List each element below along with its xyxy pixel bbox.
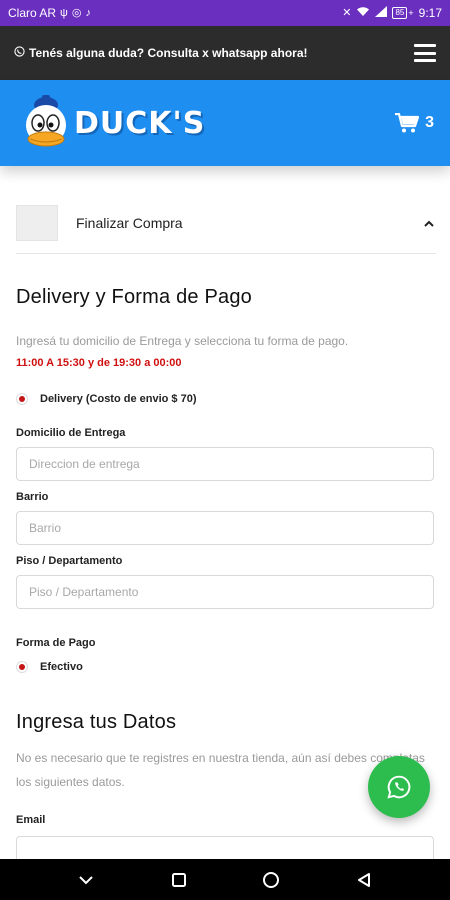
battery-icon: 85 +: [392, 7, 414, 19]
cart-button[interactable]: 3: [395, 113, 434, 133]
cash-radio[interactable]: [16, 661, 28, 673]
whatsapp-promo[interactable]: Tenés alguna duda? Consulta x whatsapp a…: [14, 46, 307, 60]
datos-heading: Ingresa tus Datos: [16, 711, 177, 733]
email-label: Email: [16, 814, 46, 826]
ducks-logo[interactable]: DUCK'S: [20, 93, 205, 153]
clock: 9:17: [418, 6, 442, 20]
nav-collapse-button[interactable]: [66, 865, 106, 895]
shopping-cart-icon: [395, 113, 420, 133]
brand-header: DUCK'S 3: [0, 80, 450, 166]
nav-recents-button[interactable]: [159, 865, 199, 895]
checkout-title: Finalizar Compra: [76, 214, 183, 231]
mute-icon: ✕: [342, 6, 352, 19]
cart-count: 3: [425, 114, 434, 131]
nav-back-button[interactable]: [344, 865, 384, 895]
battery-level: 85: [392, 7, 408, 19]
payment-option-cash[interactable]: Efectivo: [16, 661, 434, 673]
back-triangle-icon: [357, 872, 370, 887]
barrio-input[interactable]: [16, 511, 434, 545]
opening-hours: 11:00 A 15:30 y de 19:30 a 00:00: [16, 357, 182, 369]
signal-icon: [375, 6, 388, 20]
instagram-icon: ◎: [71, 6, 82, 19]
whatsapp-small-icon: [14, 46, 25, 60]
piso-label: Piso / Departamento: [16, 555, 123, 567]
menu-button[interactable]: [414, 44, 436, 62]
home-circle-icon: [263, 871, 280, 888]
whatsapp-icon: [387, 775, 411, 799]
usb-icon: ψ: [60, 6, 68, 19]
whatsapp-button[interactable]: [368, 756, 430, 818]
nav-home-button[interactable]: [251, 865, 291, 895]
promo-text: Tenés alguna duda? Consulta x whatsapp a…: [29, 46, 308, 60]
logo-wordmark: DUCK'S: [74, 105, 206, 141]
tiktok-icon: ♪: [85, 6, 91, 19]
status-bar: Claro AR ψ ◎ ♪ ✕ 85 + 9:17: [0, 0, 450, 26]
piso-input[interactable]: [16, 575, 434, 609]
carrier-label: Claro AR: [8, 6, 57, 20]
address-label: Domicilio de Entrega: [16, 427, 126, 439]
delivery-instructions: Ingresá tu domicilio de Entrega y selecc…: [16, 334, 349, 348]
delivery-option-label: Delivery (Costo de envio $ 70): [40, 393, 197, 405]
recents-square-icon: [171, 872, 186, 887]
chevron-down-icon: [79, 875, 93, 884]
delivery-radio[interactable]: [16, 393, 28, 405]
system-nav-bar: [0, 859, 450, 900]
address-input[interactable]: [16, 447, 434, 481]
duck-mascot-icon: [26, 95, 66, 147]
payment-label: Forma de Pago: [16, 637, 96, 649]
wifi-icon: [356, 6, 370, 20]
chevron-up-icon[interactable]: [424, 216, 434, 230]
payment-option-label: Efectivo: [40, 661, 83, 673]
promo-bar: Tenés alguna duda? Consulta x whatsapp a…: [0, 26, 450, 80]
checkout-summary-toggle[interactable]: Finalizar Compra: [16, 202, 436, 254]
delivery-heading: Delivery y Forma de Pago: [16, 286, 253, 308]
product-thumbnail: [16, 204, 58, 241]
delivery-option[interactable]: Delivery (Costo de envio $ 70): [16, 393, 434, 405]
barrio-label: Barrio: [16, 491, 49, 503]
